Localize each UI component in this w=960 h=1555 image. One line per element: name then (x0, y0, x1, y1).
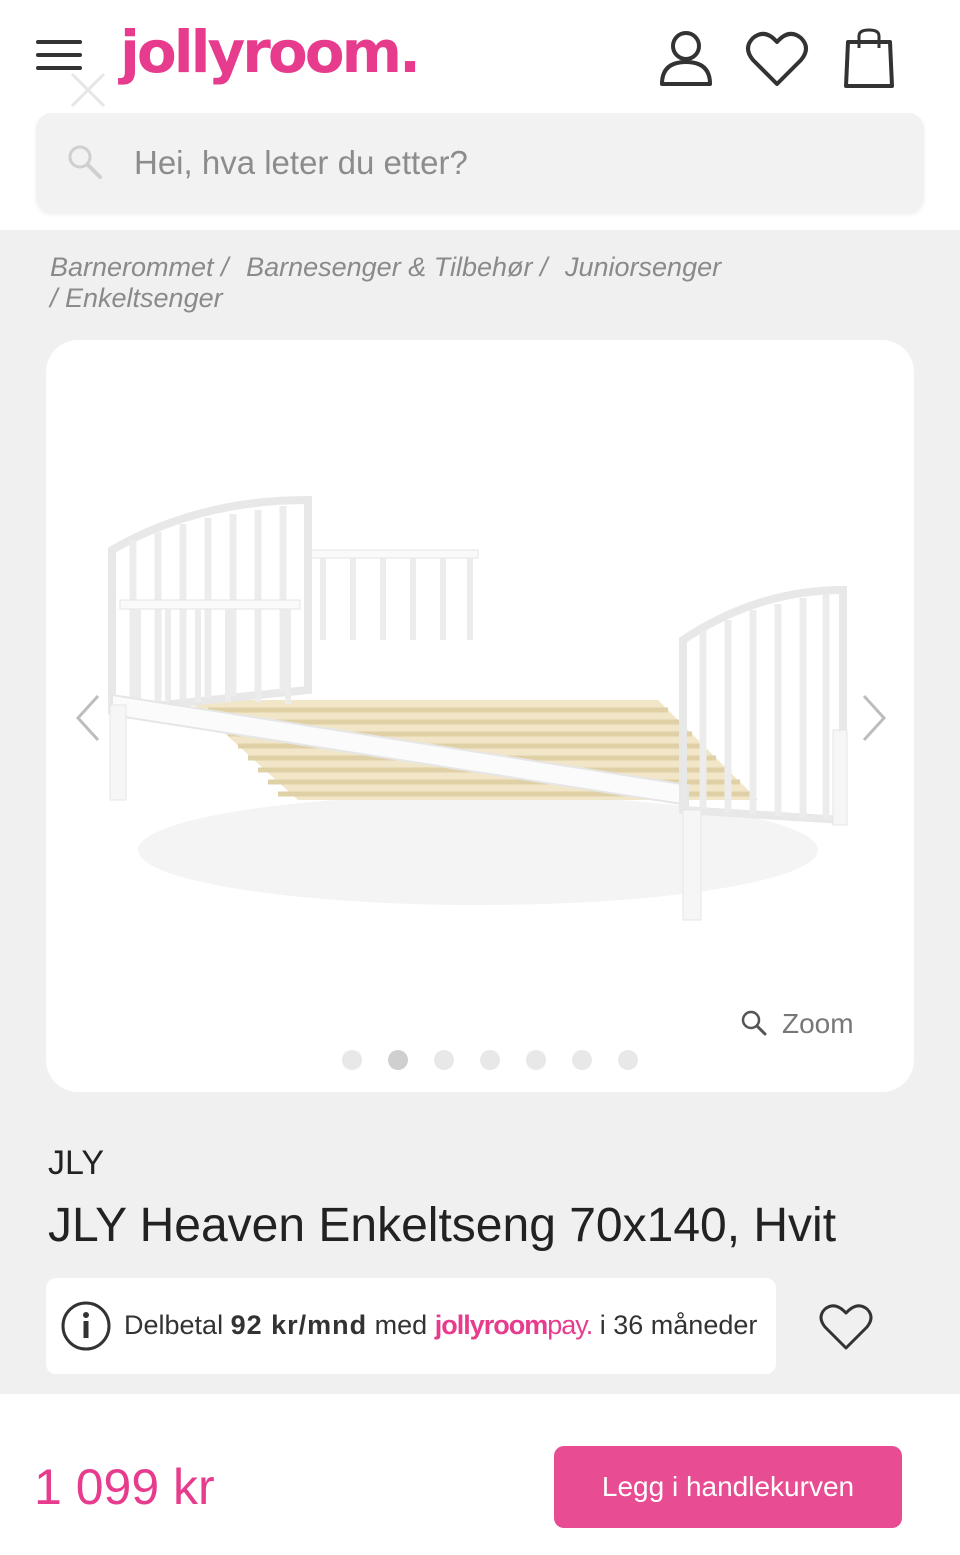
product-gallery: Zoom (46, 340, 914, 1092)
product-title: JLY Heaven Enkeltseng 70x140, Hvit (48, 1199, 837, 1252)
installment-info[interactable]: Delbetal 92 kr/mnd med jollyroompay. i 3… (46, 1278, 776, 1374)
close-icon[interactable] (66, 68, 110, 112)
zoom-label: Zoom (782, 1008, 854, 1039)
gallery-dot[interactable] (434, 1050, 454, 1070)
gallery-dot[interactable] (342, 1050, 362, 1070)
breadcrumb: Barnerommet / Barnesenger & Tilbehør / J… (50, 252, 870, 314)
breadcrumb-item-barnerommet[interactable]: Barnerommet / (50, 252, 229, 282)
gallery-dot[interactable] (572, 1050, 592, 1070)
gallery-dot[interactable] (526, 1050, 546, 1070)
search-input[interactable] (134, 113, 894, 213)
user-icon[interactable] (657, 28, 715, 90)
gallery-pagination (342, 1050, 664, 1074)
installment-text: Delbetal 92 kr/mnd med jollyroompay. i 3… (124, 1310, 758, 1340)
shopping-bag-icon[interactable] (842, 28, 896, 90)
add-to-cart-button[interactable]: Legg i handlekurven (554, 1446, 902, 1528)
header: jollyroom. (0, 0, 960, 230)
breadcrumb-item-juniorsenger[interactable]: Juniorsenger (565, 252, 721, 282)
installment-amount: 92 kr/mnd (230, 1310, 368, 1340)
search-icon (68, 145, 102, 179)
breadcrumb-item-barnesenger[interactable]: Barnesenger & Tilbehør / (246, 252, 547, 282)
chevron-right-icon[interactable] (854, 690, 894, 746)
magnifier-icon (741, 1010, 767, 1036)
jollyroompay-logo: jollyroompay. (434, 1310, 594, 1340)
product-price: 1 099 kr (34, 1459, 215, 1515)
logo[interactable]: jollyroom. (120, 18, 421, 86)
breadcrumb-item-enkeltsenger[interactable]: / Enkeltsenger (50, 283, 223, 313)
menu-icon (36, 40, 82, 44)
heart-icon[interactable] (745, 28, 809, 90)
info-icon[interactable] (60, 1300, 112, 1352)
search-bar[interactable] (36, 113, 924, 213)
zoom-button[interactable]: Zoom (740, 1008, 854, 1040)
product-image[interactable] (98, 490, 858, 940)
gallery-dot[interactable] (618, 1050, 638, 1070)
gallery-dot-active[interactable] (388, 1050, 408, 1070)
wishlist-heart-icon[interactable] (818, 1302, 874, 1352)
gallery-dot[interactable] (480, 1050, 500, 1070)
product-brand[interactable]: JLY (48, 1144, 104, 1183)
